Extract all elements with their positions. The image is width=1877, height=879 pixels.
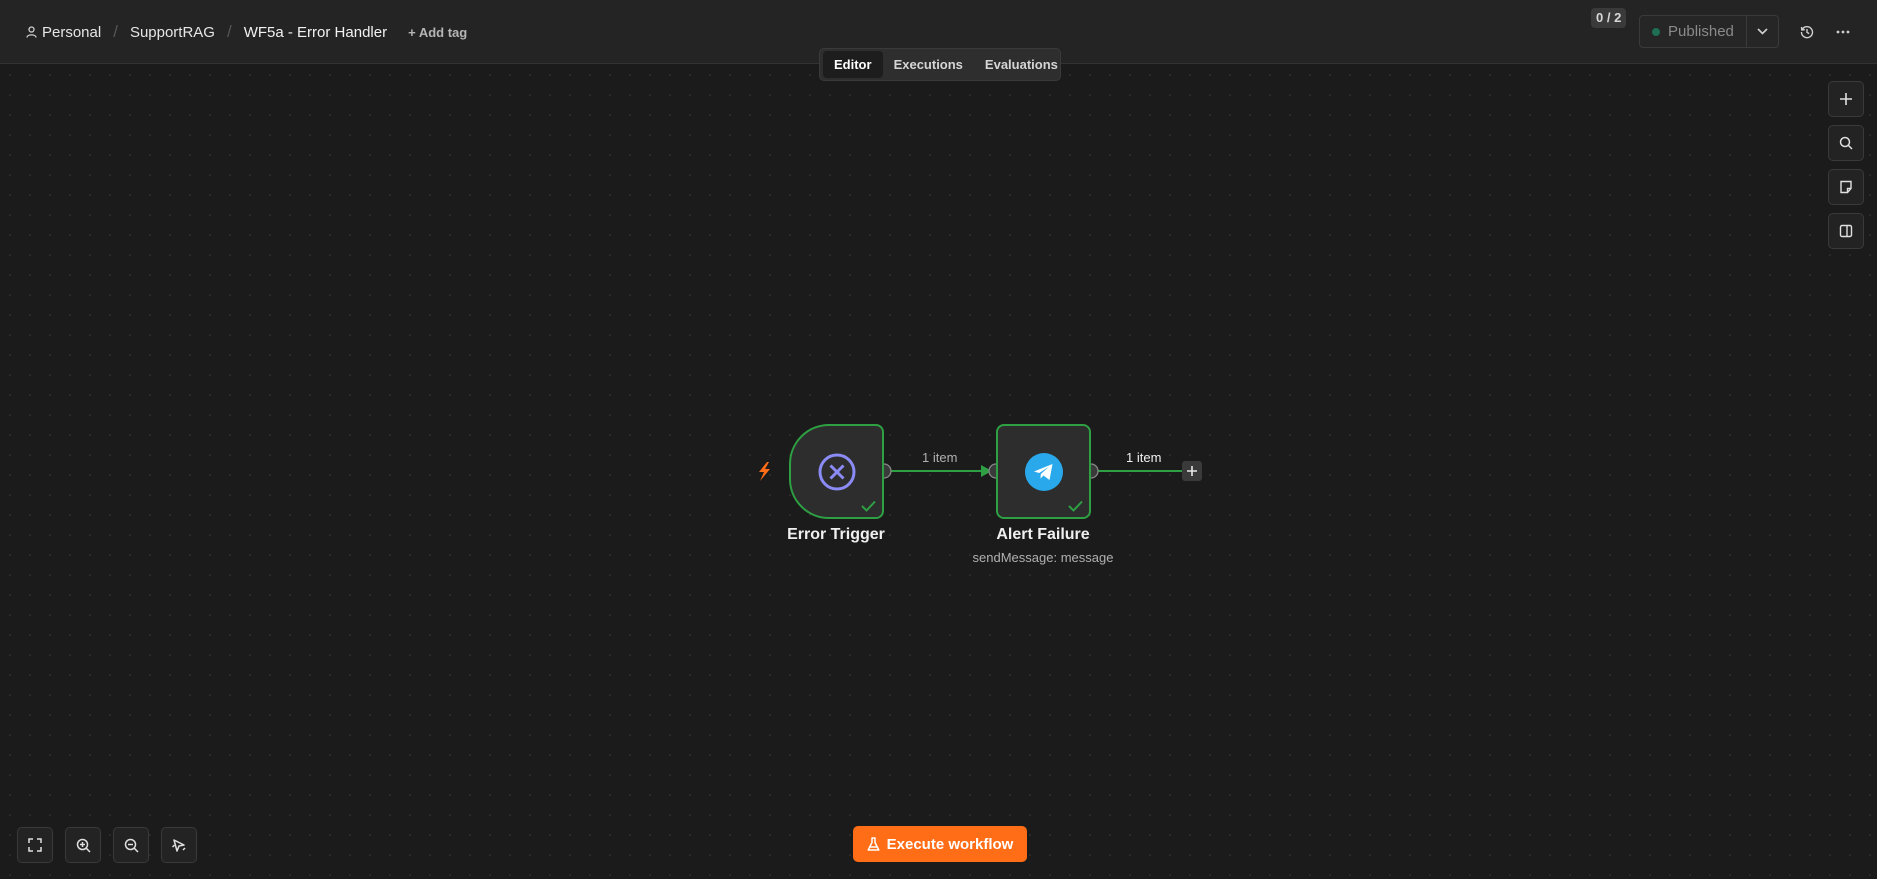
node-error-trigger[interactable] [789,424,884,519]
add-next-node-button[interactable] [1182,461,1202,481]
node-subtitle: sendMessage: message [972,550,1114,565]
execute-workflow-label: Execute workflow [886,835,1014,853]
edge-item-count: 1 item [1126,450,1162,465]
zoom-out-icon [124,838,139,853]
telegram-icon [1025,453,1063,491]
zoom-in-icon [76,838,91,853]
canvas-controls [17,827,209,863]
node-alert-failure[interactable] [996,424,1091,519]
node-label: Error Trigger [787,526,885,543]
trigger-lightning-icon [759,462,770,481]
tidy-up-icon [171,839,186,852]
fit-view-icon [28,838,42,852]
workflow-connections [759,461,1202,481]
success-check-icon [861,500,876,512]
fit-view-button[interactable] [17,827,53,863]
success-check-icon [1068,500,1083,512]
edge-item-count: 1 item [922,450,958,465]
execute-workflow-button[interactable]: Execute workflow [853,826,1027,862]
node-label: Alert Failure [996,526,1090,543]
flask-icon [867,836,880,851]
tidy-up-button[interactable] [161,827,197,863]
zoom-in-button[interactable] [65,827,101,863]
error-x-icon [818,453,856,491]
zoom-out-button[interactable] [113,827,149,863]
